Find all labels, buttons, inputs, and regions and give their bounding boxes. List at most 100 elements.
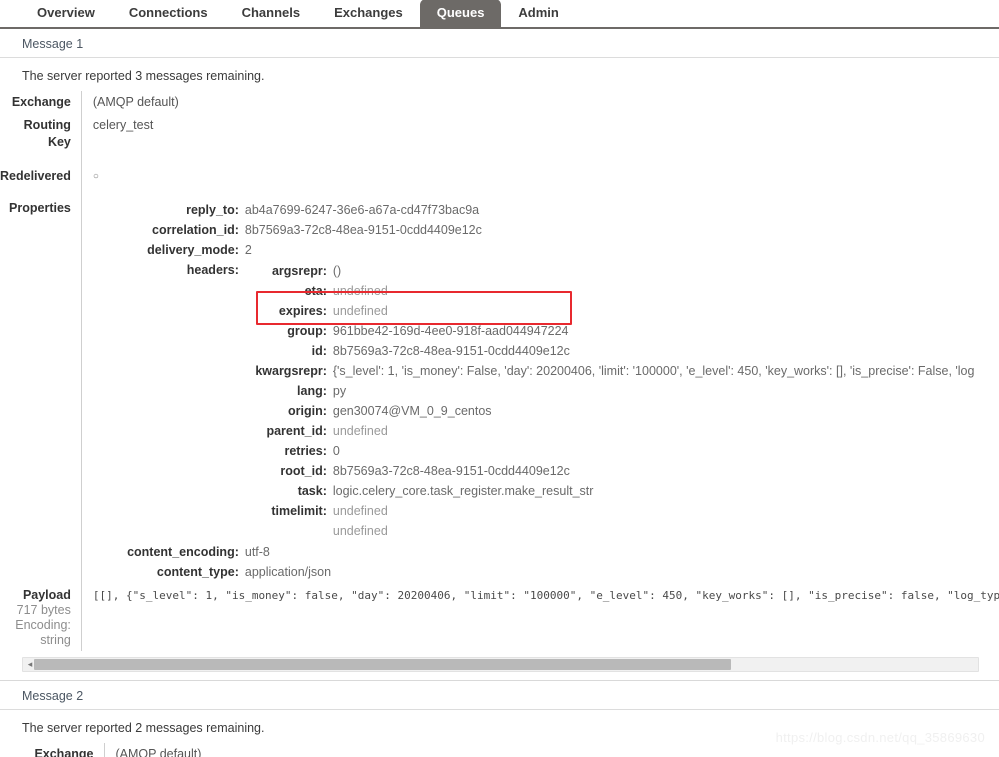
timelimit-second-key [249, 521, 333, 541]
content-type-key: content_type: [156, 565, 239, 579]
reply-to-value: ab4a7699-6247-36e6-a67a-cd47f73bac9a [244, 203, 480, 217]
lang-key: lang: [297, 384, 327, 398]
header-argsrepr: argsrepr: () [249, 261, 975, 281]
eta-value: undefined [332, 284, 388, 298]
table-row-payload: Payload 717 bytes Encoding: string [[], … [0, 585, 999, 651]
properties-label: Properties [0, 197, 82, 585]
kwargsrepr-key: kwargsrepr: [255, 364, 327, 378]
exchange-label-2: Exchange [0, 743, 105, 757]
delivery-mode-key: delivery_mode: [147, 243, 239, 257]
main-navigation-tabs: Overview Connections Channels Exchanges … [0, 0, 999, 29]
correlation-id-value: 8b7569a3-72c8-48ea-9151-0cdd4409e12c [244, 223, 482, 237]
expires-key: expires: [278, 304, 327, 318]
routing-key-label: Routing Key [0, 114, 82, 165]
tab-admin[interactable]: Admin [501, 0, 575, 27]
content-encoding-value: utf-8 [244, 545, 270, 559]
payload-encoding-label: Encoding: [15, 618, 71, 632]
payload-horizontal-scrollbar[interactable]: ◂ [22, 657, 979, 672]
watermark: https://blog.csdn.net/qq_35869630 [775, 730, 985, 745]
headers-subtable: argsrepr: () eta: undefined expires: und… [249, 261, 975, 541]
redelivered-value: ○ [92, 171, 99, 182]
section-spacer [0, 672, 999, 680]
tab-overview[interactable]: Overview [20, 0, 112, 27]
id-value: 8b7569a3-72c8-48ea-9151-0cdd4409e12c [332, 344, 570, 358]
group-key: group: [287, 324, 327, 338]
origin-key: origin: [287, 404, 327, 418]
message-2-properties-table: Exchange (AMQP default) Routing Key cele… [0, 743, 999, 757]
argsrepr-key: argsrepr: [271, 264, 327, 278]
payload-encoding-value: string [40, 633, 71, 647]
root-id-key: root_id: [280, 464, 327, 478]
tab-connections[interactable]: Connections [112, 0, 225, 27]
delivery-mode-value: 2 [244, 243, 252, 257]
header-group: group: 961bbe42-169d-4ee0-918f-aad044947… [249, 321, 975, 341]
table-row-routing-key: Routing Key celery_test [0, 114, 999, 165]
timelimit-second-value: undefined [332, 524, 388, 538]
header-retries: retries: 0 [249, 441, 975, 461]
table-row-redelivered: Redelivered ○ [0, 165, 999, 197]
header-id: id: 8b7569a3-72c8-48ea-9151-0cdd4409e12c [249, 341, 975, 361]
expires-value: undefined [332, 304, 388, 318]
exchange-label: Exchange [0, 91, 82, 114]
argsrepr-value: () [332, 264, 342, 278]
timelimit-value: undefined [332, 504, 388, 518]
header-origin: origin: gen30074@VM_0_9_centos [249, 401, 975, 421]
parent-id-key: parent_id: [266, 424, 327, 438]
routing-key-value: celery_test [92, 118, 154, 132]
property-correlation-id: correlation_id: 8b7569a3-72c8-48ea-9151-… [93, 220, 975, 240]
parent-id-value: undefined [332, 424, 388, 438]
table-row-properties: Properties reply_to: ab4a7699-6247-36e6-… [0, 197, 999, 585]
task-value: logic.celery_core.task_register.make_res… [332, 484, 594, 498]
root-id-value: 8b7569a3-72c8-48ea-9151-0cdd4409e12c [332, 464, 570, 478]
property-content-encoding: content_encoding: utf-8 [93, 542, 975, 562]
content-encoding-key: content_encoding: [127, 545, 239, 559]
table-row-exchange: Exchange (AMQP default) [0, 91, 999, 114]
message-2-title: Message 2 [0, 680, 999, 710]
header-kwargsrepr: kwargsrepr: {'s_level': 1, 'is_money': F… [249, 361, 975, 381]
header-parent-id: parent_id: undefined [249, 421, 975, 441]
message-1-properties-table: Exchange (AMQP default) Routing Key cele… [0, 91, 999, 651]
headers-value: argsrepr: () eta: undefined expires: und… [245, 260, 975, 542]
message-1-title: Message 1 [0, 29, 999, 58]
payload-label: Payload [22, 588, 71, 602]
payload-body: [[], {"s_level": 1, "is_money": false, "… [92, 589, 999, 602]
payload-size: 717 bytes [16, 603, 71, 617]
group-value: 961bbe42-169d-4ee0-918f-aad044947224 [332, 324, 569, 338]
tab-channels[interactable]: Channels [225, 0, 318, 27]
redelivered-label: Redelivered [0, 165, 82, 197]
retries-value: 0 [332, 444, 340, 458]
property-headers: headers: argsrepr: () eta: undefined exp… [93, 260, 975, 542]
lang-value: py [332, 384, 347, 398]
rabbitmq-queue-messages-page: Overview Connections Channels Exchanges … [0, 0, 999, 757]
property-delivery-mode: delivery_mode: 2 [93, 240, 975, 260]
content-type-value: application/json [244, 565, 332, 579]
header-timelimit: timelimit: undefined [249, 501, 975, 521]
header-root-id: root_id: 8b7569a3-72c8-48ea-9151-0cdd440… [249, 461, 975, 481]
table-row-exchange-2: Exchange (AMQP default) [0, 743, 999, 757]
message-1-server-note: The server reported 3 messages remaining… [22, 69, 265, 83]
timelimit-key: timelimit: [271, 504, 327, 518]
kwargsrepr-value: {'s_level': 1, 'is_money': False, 'day':… [332, 364, 975, 378]
eta-key: eta: [304, 284, 327, 298]
reply-to-key: reply_to: [186, 203, 239, 217]
header-task: task: logic.celery_core.task_register.ma… [249, 481, 975, 501]
retries-key: retries: [284, 444, 327, 458]
properties-subtable: reply_to: ab4a7699-6247-36e6-a67a-cd47f7… [93, 200, 975, 582]
properties-value: reply_to: ab4a7699-6247-36e6-a67a-cd47f7… [81, 197, 999, 585]
tab-queues[interactable]: Queues [419, 0, 502, 27]
id-key: id: [311, 344, 327, 358]
correlation-id-key: correlation_id: [152, 223, 239, 237]
origin-value: gen30074@VM_0_9_centos [332, 404, 492, 418]
payload-label-cell: Payload 717 bytes Encoding: string [0, 585, 82, 651]
property-content-type: content_type: application/json [93, 562, 975, 582]
tab-exchanges[interactable]: Exchanges [317, 0, 420, 27]
headers-key: headers: [186, 263, 239, 277]
task-key: task: [297, 484, 327, 498]
exchange-value: (AMQP default) [92, 95, 179, 109]
exchange-value-2: (AMQP default) [115, 747, 202, 757]
header-timelimit-second: undefined [249, 521, 975, 541]
scrollbar-thumb[interactable] [34, 659, 731, 670]
header-expires: expires: undefined [249, 301, 975, 321]
property-reply-to: reply_to: ab4a7699-6247-36e6-a67a-cd47f7… [93, 200, 975, 220]
header-eta: eta: undefined [249, 281, 975, 301]
